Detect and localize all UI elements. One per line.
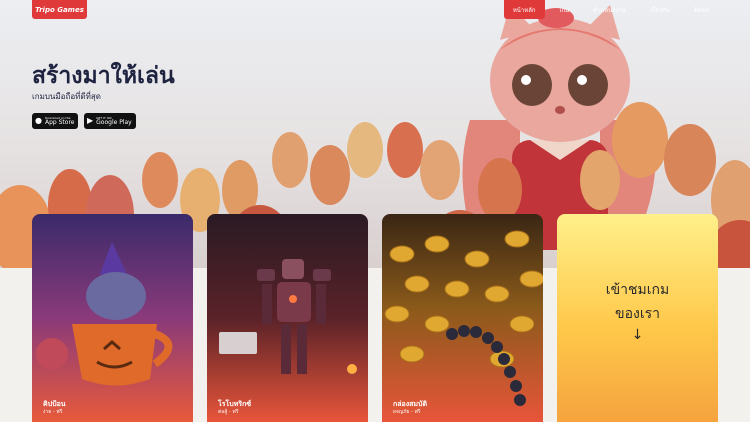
card-meta: ผจญภัย - ฟรี: [393, 408, 421, 415]
nav-item-home[interactable]: หน้าหลัก: [503, 0, 545, 19]
game-art-kippon: [32, 214, 193, 422]
google-play-label: Google Play: [96, 118, 132, 126]
app-store-label: App Store: [44, 118, 75, 126]
logo[interactable]: Tripo Games: [32, 0, 87, 19]
nav-item-careers[interactable]: ตำแหน่งงาน: [584, 0, 635, 19]
page-title: สร้างมาให้เล่น: [32, 63, 175, 89]
card-meta: ต่อสู้ - ฟรี: [218, 408, 239, 415]
page-subtitle: เกมบนมือถือที่ดีที่สุด: [32, 92, 101, 101]
main-nav: หน้าหลัก เกม ตำแหน่งงาน เกี่ยวกับ ติดต่อ: [503, 0, 718, 19]
game-art-robotrix: [207, 214, 368, 422]
game-card-kippon[interactable]: คิปป้อน ง่าย - ฟรี: [32, 214, 193, 422]
game-card-robotrix[interactable]: โรโบทริกซ์ ต่อสู้ - ฟรี: [207, 214, 368, 422]
game-art-treasure-box: [382, 214, 543, 422]
game-card-treasure-box[interactable]: กล่องสมบัติ ผจญภัย - ฟรี: [382, 214, 543, 422]
card-title: คิปป้อน: [43, 400, 66, 408]
arrow-down-icon: ↓: [631, 326, 644, 343]
cta-line-2: ของเรา: [615, 306, 660, 322]
nav-item-games[interactable]: เกม: [551, 0, 579, 19]
nav-item-contact[interactable]: ติดต่อ: [685, 0, 718, 19]
card-title: โรโบทริกซ์: [218, 400, 252, 408]
card-meta: ง่าย - ฟรี: [43, 408, 63, 415]
nav-item-about[interactable]: เกี่ยวกับ: [641, 0, 679, 19]
apple-icon: ●: [35, 116, 42, 125]
view-games-card[interactable]: เข้าชมเกม ของเรา ↓: [557, 214, 718, 422]
cta-line-1: เข้าชมเกม: [605, 282, 670, 299]
store-badges: ● Download on the App Store ▶ GET IT ON …: [32, 113, 136, 129]
google-play-button[interactable]: ▶ GET IT ON Google Play: [84, 113, 136, 129]
play-icon: ▶: [87, 116, 94, 125]
card-title: กล่องสมบัติ: [393, 400, 428, 408]
app-store-button[interactable]: ● Download on the App Store: [32, 113, 78, 129]
